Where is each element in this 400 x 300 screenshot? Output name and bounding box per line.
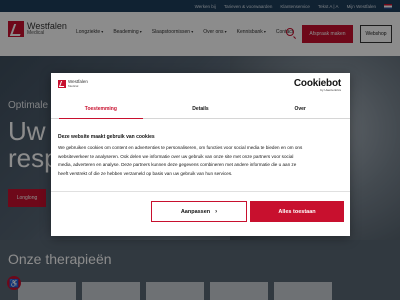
dialog-logo: Westfalen Medical — [58, 80, 88, 88]
dialog-text-line: We gebruiken cookies om content en adver… — [58, 145, 303, 150]
tab-toestemming[interactable]: Toestemming — [51, 99, 151, 119]
dialog-text: We gebruiken cookies om content en adver… — [58, 144, 345, 178]
customize-button[interactable]: Aanpassen › — [151, 201, 247, 222]
dialog-heading: Deze website maakt gebruik van cookies — [58, 134, 155, 140]
allow-all-button[interactable]: Alles toestaan — [250, 201, 344, 222]
westfalen-logo-icon — [58, 80, 66, 88]
dialog-header: Westfalen Medical Cookiebot by Usercentr… — [51, 73, 350, 97]
tab-details[interactable]: Details — [151, 99, 251, 118]
cookiebot-logo[interactable]: Cookiebot by Usercentrics — [294, 79, 341, 92]
tab-over[interactable]: Over — [250, 99, 350, 118]
dialog-footer: Aanpassen › Alles toestaan — [51, 191, 350, 236]
dialog-text-line: media, adverteren en analyse. Deze partn… — [58, 162, 297, 168]
customize-button-label: Aanpassen — [180, 208, 211, 215]
dialog-logo-sub: Medical — [68, 83, 79, 88]
dialog-text-line: websiteverkeer te analyseren. Ook delen … — [58, 153, 294, 159]
dialog-tabs: Toestemming Details Over — [51, 99, 350, 119]
cookiebot-sub: by Usercentrics — [320, 88, 341, 92]
cookie-consent-dialog: Westfalen Medical Cookiebot by Usercentr… — [51, 73, 350, 236]
dialog-text-line: heeft verstrekt of die ze hebben verzame… — [58, 170, 233, 176]
chevron-right-icon: › — [215, 208, 218, 215]
dialog-body: Deze website maakt gebruik van cookies W… — [58, 134, 345, 178]
